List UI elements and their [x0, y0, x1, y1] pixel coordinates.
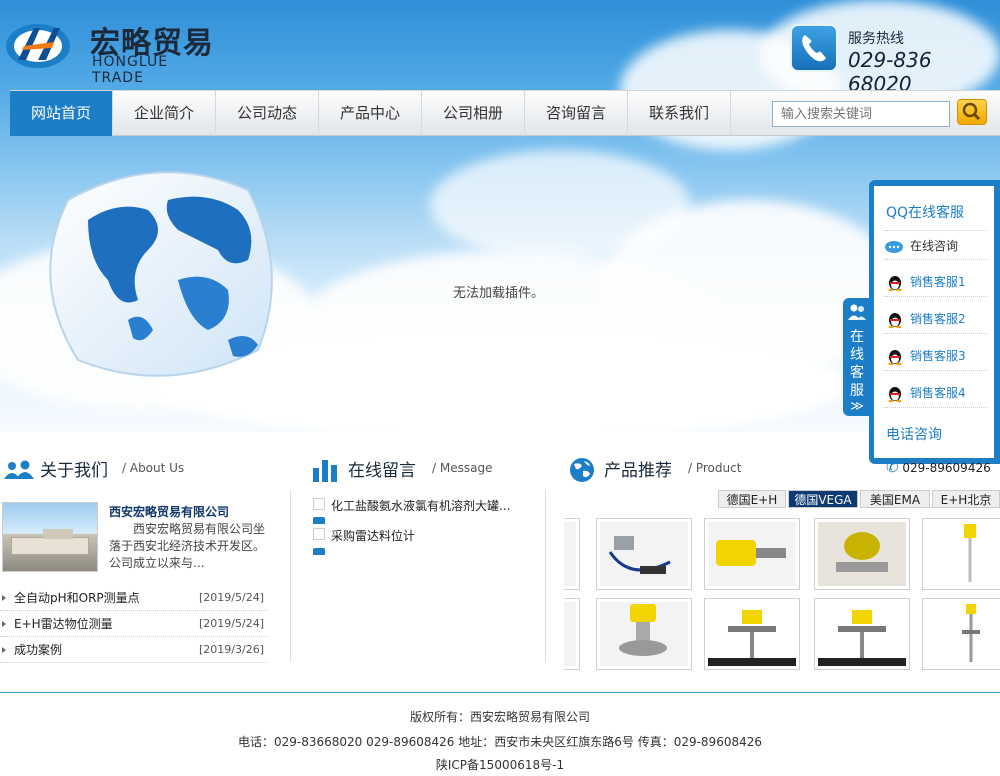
product-tabs: 德国E+H 德国VEGA 美国EMA E+H北京 [718, 490, 1000, 508]
site-logo[interactable]: 宏略贸易 HONGLUE TRADE [4, 14, 224, 86]
phone-icon [790, 24, 838, 72]
online-service-panel: QQ在线客服 在线咨询 销售客服1 销售客服2 销售客服3 销售客服4 电话咨询 [869, 180, 1000, 464]
chat-bubble-icon [885, 241, 903, 253]
about-subtitle: / About Us [122, 461, 185, 475]
online-consult-link[interactable]: 在线咨询 [884, 230, 988, 260]
news-date: [2019/3/26] [199, 643, 264, 656]
nav-item-contact[interactable]: 联系我们 [628, 91, 731, 136]
qq-agent-1[interactable]: 销售客服1 [884, 267, 988, 297]
news-title: E+H雷达物位测量 [14, 617, 113, 631]
logo-english-text: HONGLUE TRADE [92, 54, 169, 86]
qq-penguin-icon [888, 313, 902, 328]
service-hotline: 服务热线 029-836 68020 [790, 24, 1000, 96]
nav-item-album[interactable]: 公司相册 [422, 91, 525, 136]
footer-icp[interactable]: 陕ICP备15000618号-1 [0, 756, 1000, 773]
hotline-label: 服务热线 [848, 31, 904, 47]
company-description: 西安宏略贸易有限公司坐落于西安北经济技术开发区。公司成立以来与... [109, 522, 266, 570]
message-item[interactable]: 化工盐酸氨水液氯有机溶剂大罐... [331, 497, 527, 514]
qq-penguin-icon [888, 350, 902, 365]
tab-ema[interactable]: 美国EMA [860, 490, 930, 508]
news-date: [2019/5/24] [199, 617, 264, 630]
logo-mark-icon [6, 24, 70, 68]
nav-item-message[interactable]: 咨询留言 [525, 91, 628, 136]
news-item[interactable]: 全自动pH和ORP测量点 [2019/5/24] [0, 585, 268, 611]
tab-eh-beijing[interactable]: E+H北京 [932, 490, 1000, 508]
news-date: [2019/5/24] [199, 591, 264, 604]
message-subtitle: / Message [432, 461, 493, 475]
phone-consult-title: 电话咨询 [886, 427, 942, 443]
news-title: 全自动pH和ORP测量点 [14, 591, 140, 605]
answer-marker-icon [313, 517, 325, 524]
news-title: 成功案例 [14, 643, 63, 657]
product-gallery [564, 510, 1000, 672]
qq-agent-2[interactable]: 销售客服2 [884, 304, 988, 334]
product-thumbnail[interactable] [564, 518, 580, 590]
products-section-header: 产品推荐 / Product [568, 456, 848, 484]
plugin-error-message: 无法加载插件。 [453, 286, 545, 301]
expand-arrow-icon: ≫ [850, 399, 864, 414]
nav-item-home[interactable]: 网站首页 [10, 91, 113, 136]
user-group-icon [848, 304, 866, 320]
about-title: 关于我们 [40, 461, 108, 481]
product-thumbnail[interactable] [814, 518, 910, 590]
phone-handset-icon: ✆ [886, 458, 899, 476]
footer-copyright: 版权所有：西安宏略贸易有限公司 [409, 710, 590, 724]
question-marker-icon [313, 528, 325, 540]
footer-contact: 电话：029-83668020 029-89608426 地址：西安市未央区红旗… [237, 735, 763, 749]
tab-eh[interactable]: 德国E+H [718, 490, 786, 508]
product-thumbnail[interactable] [596, 598, 692, 670]
products-subtitle: / Product [688, 461, 742, 475]
qq-agent-4-label: 销售客服4 [910, 386, 966, 400]
bullet-icon [2, 595, 6, 601]
tab-vega[interactable]: 德国VEGA [788, 490, 858, 508]
qq-penguin-icon [888, 387, 902, 402]
message-section-header: 在线留言 / Message [312, 456, 552, 484]
nav-item-products[interactable]: 产品中心 [319, 91, 422, 136]
company-name[interactable]: 西安宏略贸易有限公司 [109, 503, 229, 520]
online-service-tab-label: 在线客服 [850, 329, 864, 399]
users-icon [4, 460, 34, 479]
news-item[interactable]: 成功案例 [2019/3/26] [0, 637, 268, 663]
online-service-tab[interactable]: 在线客服 ≫ [843, 298, 871, 416]
footer-divider [0, 692, 1000, 693]
product-thumbnail[interactable] [704, 598, 800, 670]
about-section-header: 关于我们 / About Us [4, 456, 284, 484]
answer-marker-icon [313, 548, 325, 555]
message-list: 化工盐酸氨水液氯有机溶剂大罐... 采购雷达料位计 [290, 490, 546, 662]
qq-agent-3-label: 销售客服3 [910, 349, 966, 363]
bar-chart-icon [313, 460, 337, 482]
message-item[interactable]: 采购雷达料位计 [331, 527, 527, 544]
online-consult-label: 在线咨询 [910, 239, 959, 253]
product-thumbnail[interactable] [922, 598, 1000, 670]
company-photo[interactable] [2, 502, 98, 572]
qq-agent-1-label: 销售客服1 [910, 275, 966, 289]
product-thumbnail[interactable] [814, 598, 910, 670]
question-marker-icon [313, 498, 325, 510]
qq-agent-2-label: 销售客服2 [910, 312, 966, 326]
product-thumbnail[interactable] [596, 518, 692, 590]
search-icon [962, 102, 981, 121]
search-input[interactable] [772, 101, 950, 127]
products-title: 产品推荐 [604, 461, 672, 481]
qq-agent-3[interactable]: 销售客服3 [884, 341, 988, 371]
hotline-number: 029-836 68020 [848, 48, 932, 96]
bullet-icon [2, 621, 6, 627]
phone-consult-number: 029-89609426 [902, 461, 991, 475]
nav-item-about[interactable]: 企业简介 [113, 91, 216, 136]
qq-agent-4[interactable]: 销售客服4 [884, 378, 988, 408]
nav-item-news[interactable]: 公司动态 [216, 91, 319, 136]
phone-consult-number-row: ✆ 029-89609426 [886, 458, 991, 476]
qq-service-title: QQ在线客服 [886, 205, 965, 221]
product-thumbnail[interactable] [922, 518, 1000, 590]
product-thumbnail[interactable] [564, 598, 580, 670]
search-button[interactable] [957, 99, 987, 125]
news-item[interactable]: E+H雷达物位测量 [2019/5/24] [0, 611, 268, 637]
message-title: 在线留言 [348, 461, 416, 481]
product-thumbnail[interactable] [704, 518, 800, 590]
globe-icon [570, 458, 594, 482]
qq-penguin-icon [888, 276, 902, 291]
bullet-icon [2, 647, 6, 653]
globe-cube-image [49, 171, 273, 377]
